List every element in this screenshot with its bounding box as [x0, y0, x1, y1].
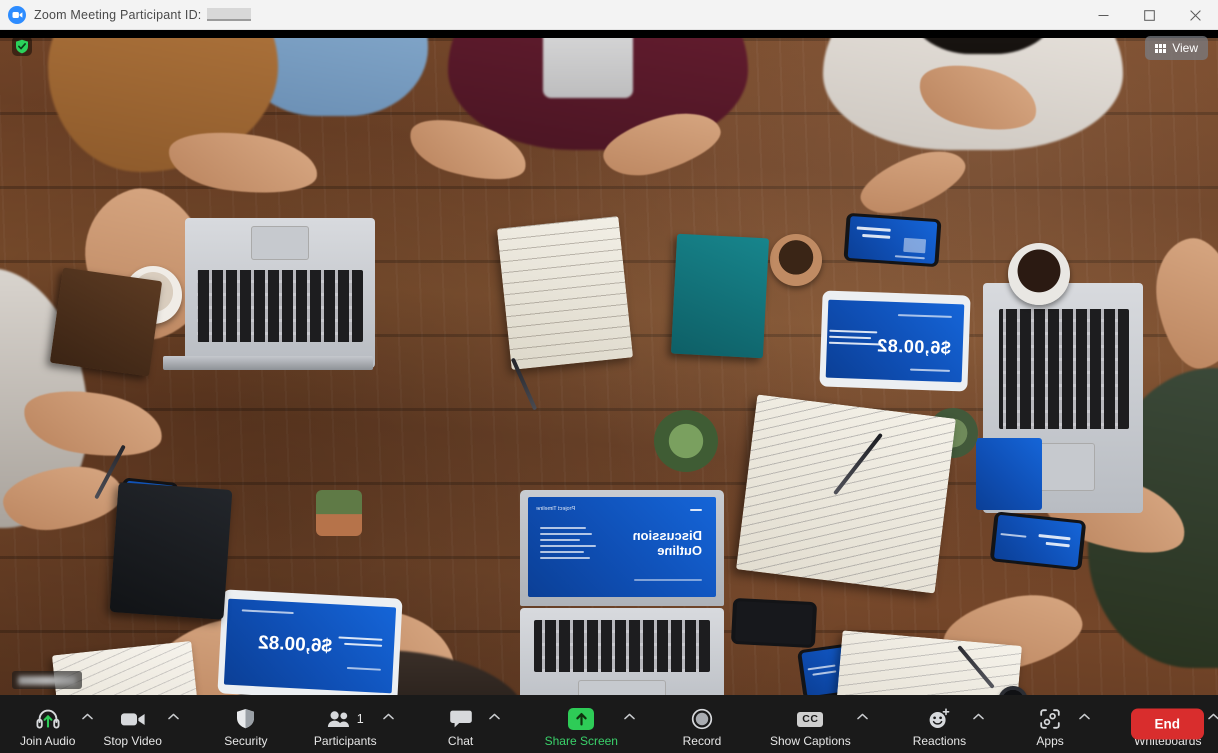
- chat-label: Chat: [447, 734, 474, 748]
- control-stop-video: Stop Video: [97, 695, 184, 753]
- show-captions-caret-icon[interactable]: [855, 695, 871, 753]
- plant-pot-right: [316, 490, 362, 536]
- join-audio-label: Join Audio: [20, 734, 76, 748]
- laptop-left-screen: [976, 438, 1042, 510]
- video-stage[interactable]: View $6,00.82 Discussion Outline Project…: [0, 30, 1218, 695]
- control-show-captions: CC Show Captions: [764, 695, 873, 753]
- security-button[interactable]: Security: [218, 703, 274, 753]
- people-icon: 1: [327, 707, 364, 731]
- maximize-icon[interactable]: [1126, 0, 1172, 30]
- headset-audio-icon: [36, 707, 60, 731]
- participants-label: Participants: [313, 734, 377, 748]
- control-share-screen: Share Screen: [539, 695, 640, 753]
- record-circle-icon: [691, 707, 713, 731]
- laptop-top-right-base: [163, 356, 373, 370]
- participant-id-redacted: [207, 8, 252, 21]
- smiley-plus-icon: [928, 707, 950, 731]
- view-button[interactable]: View: [1145, 36, 1208, 60]
- chat-bubble-icon: [449, 707, 472, 731]
- grid-view-icon: [1155, 43, 1167, 53]
- toolbar-items: Join Audio Stop Video Security 1 Partici…: [14, 695, 1218, 753]
- control-join-audio: Join Audio: [14, 695, 97, 753]
- cc-badge-text: CC: [797, 711, 824, 727]
- join-audio-button[interactable]: Join Audio: [14, 703, 81, 753]
- share-screen-label: Share Screen: [544, 734, 618, 748]
- shield-icon: [236, 707, 255, 731]
- control-reactions: Reactions: [907, 695, 988, 753]
- participants-button[interactable]: 1 Participants: [308, 703, 383, 753]
- phone-center-bottom: [730, 597, 818, 649]
- chat-caret-icon[interactable]: [487, 695, 503, 753]
- tablet-bottom-right: $6,00.82: [217, 589, 403, 695]
- sketch-notebook: [736, 394, 956, 594]
- control-security: Security: [218, 695, 274, 753]
- participant-name-chip: [12, 671, 82, 689]
- reactions-label: Reactions: [912, 734, 967, 748]
- window-titlebar: Zoom Meeting Participant ID:: [0, 0, 1218, 30]
- tablet-left: $6,00.82: [819, 290, 971, 392]
- zoom-logo-icon: [8, 5, 26, 24]
- meeting-controls-toolbar: Join Audio Stop Video Security 1 Partici…: [0, 695, 1218, 753]
- apps-button[interactable]: Apps: [1022, 703, 1078, 753]
- show-captions-label: Show Captions: [769, 734, 851, 748]
- end-meeting-button[interactable]: End: [1130, 708, 1204, 740]
- control-chat: Chat: [433, 695, 505, 753]
- spiral-notebook-top: [496, 216, 634, 370]
- teal-notebook: [670, 233, 770, 359]
- stop-video-button[interactable]: Stop Video: [97, 703, 168, 753]
- participants-count: 1: [356, 712, 364, 726]
- tablet-left-figure: $6,00.82: [876, 335, 952, 358]
- minimize-icon[interactable]: [1080, 0, 1126, 30]
- join-audio-caret-icon[interactable]: [79, 695, 95, 753]
- coffee-mug-center: [770, 234, 822, 286]
- view-button-label: View: [1172, 41, 1198, 55]
- control-participants: 1 Participants: [308, 695, 399, 753]
- zoom-meeting-window: Zoom Meeting Participant ID: View $6,00.…: [0, 0, 1218, 753]
- participants-caret-icon[interactable]: [381, 695, 397, 753]
- phone-top-left: [843, 212, 942, 268]
- dark-notebook-right: [49, 267, 163, 377]
- closed-caption-icon: CC: [797, 707, 824, 731]
- reactions-caret-icon[interactable]: [970, 695, 986, 753]
- close-icon[interactable]: [1172, 0, 1218, 30]
- laptop-center-heading: Project Timeline: [536, 506, 576, 512]
- window-title-group: Zoom Meeting Participant ID:: [34, 7, 252, 22]
- record-button[interactable]: Record: [674, 703, 730, 753]
- video-photo-wrapper: $6,00.82 Discussion Outline Project Time…: [0, 38, 1218, 695]
- participant-name-redacted: [18, 675, 76, 685]
- share-arrow-icon: [568, 707, 595, 731]
- laptop-center-title: Discussion Outline: [632, 528, 702, 558]
- record-label: Record: [682, 734, 722, 748]
- shield-check-icon[interactable]: [12, 36, 32, 56]
- chat-button[interactable]: Chat: [433, 703, 489, 753]
- whiteboards-caret-icon[interactable]: [1205, 695, 1218, 753]
- tablet-right-figure: $6,00.82: [257, 632, 333, 658]
- security-label: Security: [224, 734, 268, 748]
- reactions-button[interactable]: Reactions: [907, 703, 972, 753]
- window-controls: [1080, 0, 1218, 30]
- show-captions-button[interactable]: CC Show Captions: [764, 703, 857, 753]
- laptop-center-screen: Discussion Outline Project Timeline: [528, 497, 716, 597]
- control-record: Record: [674, 695, 730, 753]
- share-screen-caret-icon[interactable]: [622, 695, 638, 753]
- laptop-center: Discussion Outline Project Timeline: [520, 490, 724, 695]
- apps-frame-icon: [1039, 707, 1061, 731]
- laptop-top-right: [185, 218, 375, 368]
- share-screen-button[interactable]: Share Screen: [539, 703, 624, 753]
- coffee-mug-left: [1008, 243, 1070, 305]
- stop-video-caret-icon[interactable]: [166, 695, 182, 753]
- letterbox-bar: [0, 30, 1218, 38]
- tablet-cover-right: [109, 482, 233, 620]
- apps-label: Apps: [1036, 734, 1064, 748]
- meeting-table-video: $6,00.82 Discussion Outline Project Time…: [0, 38, 1218, 695]
- video-camera-icon: [120, 707, 146, 731]
- plant-center: [654, 410, 718, 472]
- window-title: Zoom Meeting Participant ID:: [34, 7, 202, 22]
- control-apps: Apps: [1022, 695, 1094, 753]
- stop-video-label: Stop Video: [103, 734, 162, 748]
- apps-caret-icon[interactable]: [1076, 695, 1092, 753]
- phone-left-mid: [989, 511, 1087, 571]
